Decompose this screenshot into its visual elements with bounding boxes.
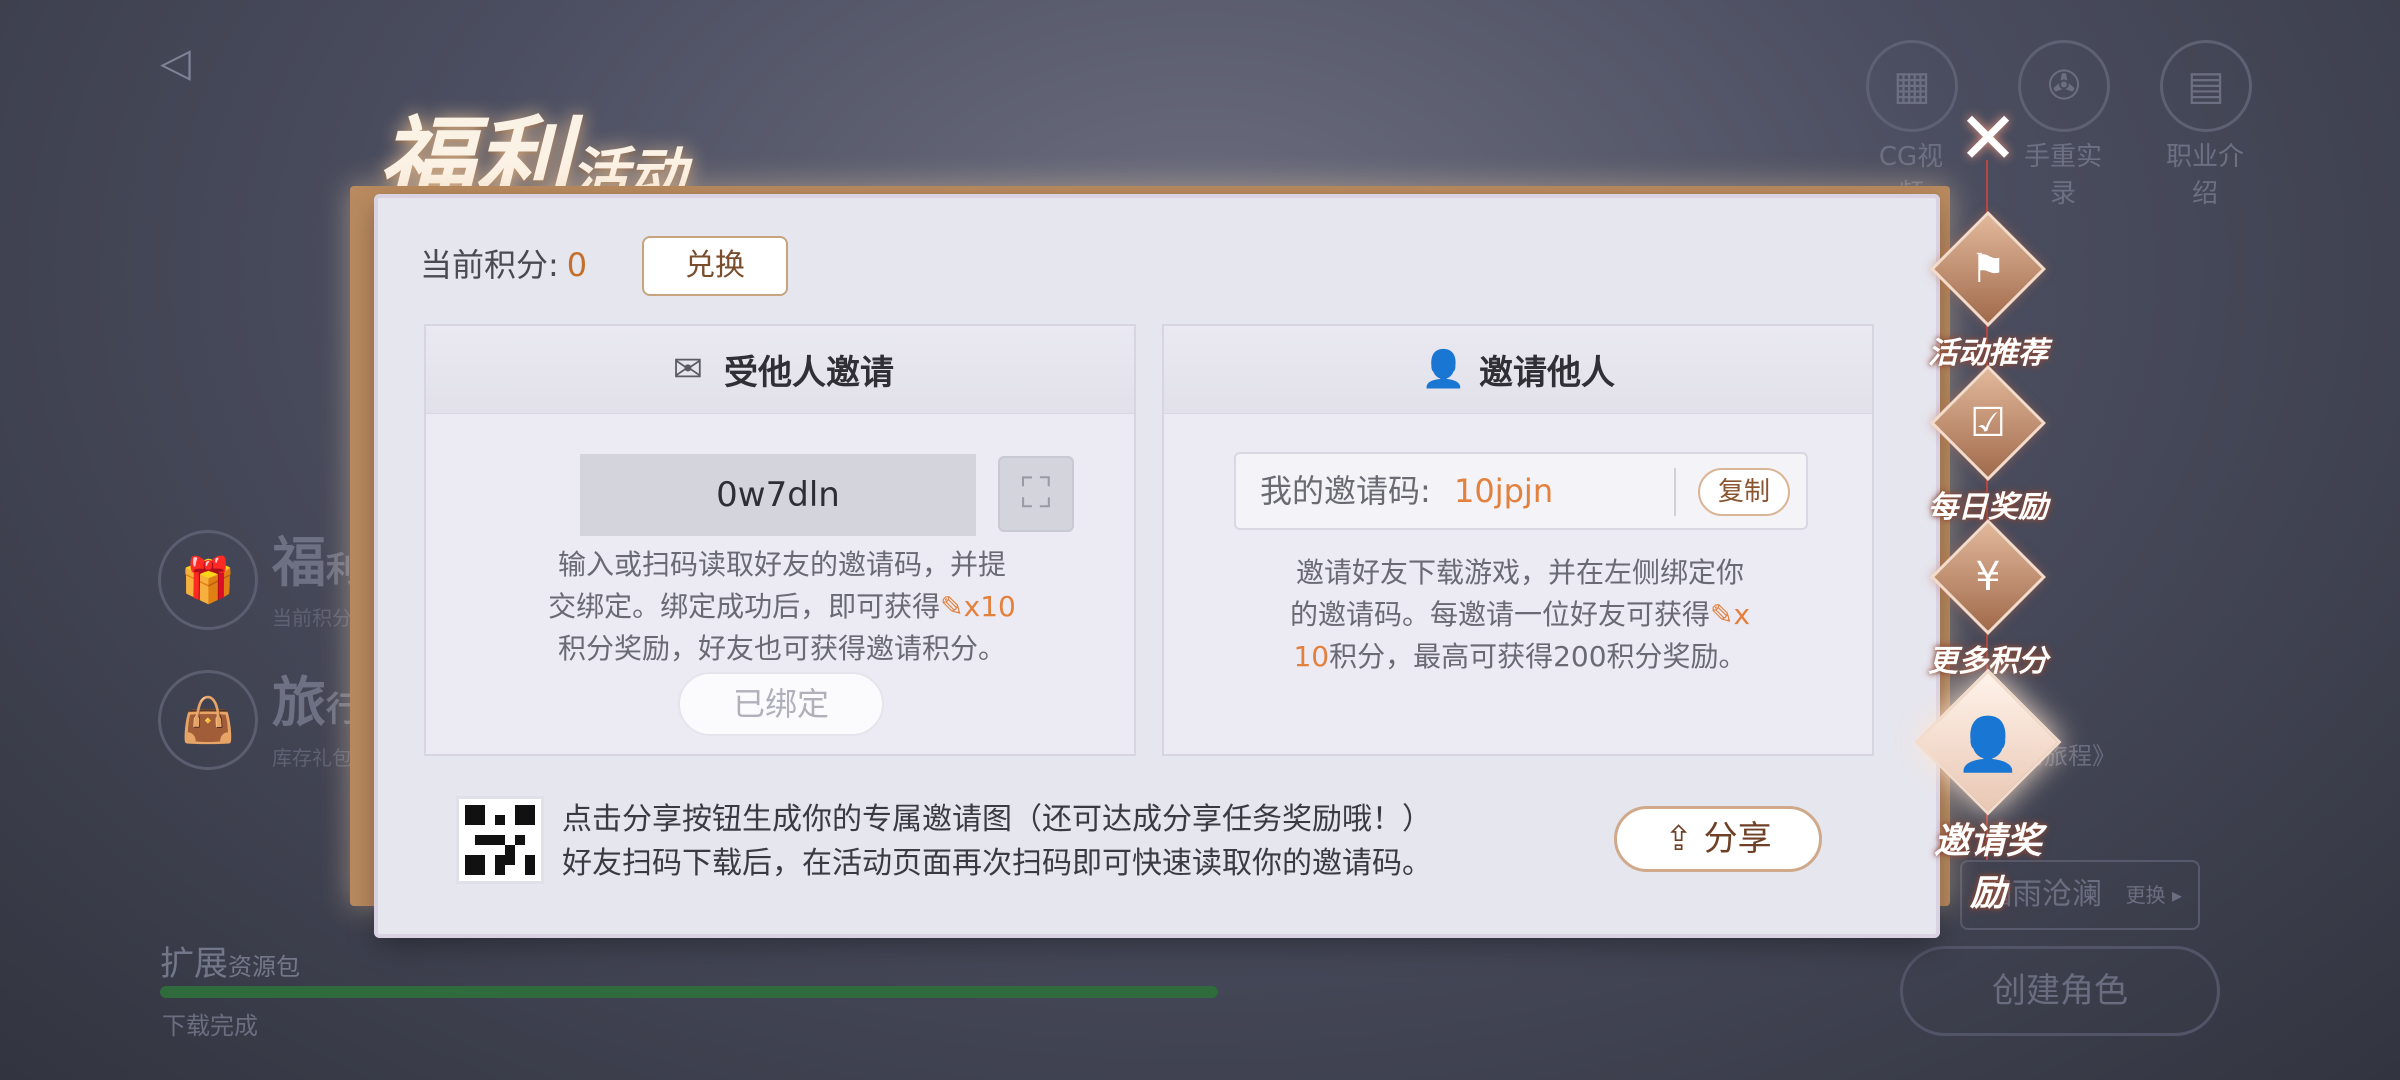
- feather-icon: ✎: [1709, 598, 1734, 631]
- add-user-icon: 👤: [1421, 348, 1466, 390]
- menu-invite-reward[interactable]: 👤 邀请奖励: [1914, 668, 2062, 916]
- reel-icon: ✇: [2018, 40, 2110, 132]
- book-icon: ▤: [2160, 40, 2252, 132]
- my-code-label: 我的邀请码:: [1260, 472, 1431, 510]
- invite-code-input[interactable]: 0w7dln: [580, 454, 976, 536]
- class-intro-entry[interactable]: ▤ 职业介绍: [2160, 40, 2252, 210]
- share-button[interactable]: ⇪ 分享: [1614, 806, 1822, 872]
- money-bag-icon: ¥: [1975, 554, 2001, 600]
- download-progress-fill: [160, 986, 1218, 998]
- add-user-icon: 👤: [1955, 715, 2021, 775]
- invite-description: 邀请好友下载游戏，并在左侧绑定你 的邀请码。每邀请一位好友可获得✎x 10积分，…: [1204, 552, 1836, 678]
- share-icon: ⇪: [1664, 819, 1693, 859]
- menu-label: 邀请奖励: [1933, 821, 2042, 914]
- gift-icon: 🎁: [158, 530, 258, 630]
- invite-desc-line1: 邀请好友下载游戏，并在左侧绑定你: [1295, 556, 1744, 589]
- qr-code: [456, 796, 544, 884]
- download-status: 下载完成: [162, 1012, 258, 1040]
- qr-code-graphic: [465, 805, 535, 875]
- bound-button[interactable]: 已绑定: [678, 672, 884, 736]
- share-line1: 点击分享按钮生成你的专属邀请图（还可达成分享任务奖励哦！）: [562, 802, 1432, 837]
- invite-card-title: 邀请他人: [1479, 353, 1615, 393]
- create-role-button[interactable]: 创建角色: [1900, 946, 2220, 1036]
- invite-desc-line3: 积分，最高可获得200积分奖励。: [1329, 640, 1747, 673]
- invited-desc-line3: 积分奖励，好友也可获得邀请积分。: [557, 632, 1006, 665]
- pack-subtitle: 资源包: [228, 953, 300, 981]
- record-label: 手重实录: [2023, 142, 2102, 209]
- bag-icon: 👜: [158, 670, 258, 770]
- pack-title: 扩展: [160, 944, 228, 984]
- invited-description: 输入或扫码读取好友的邀请码，并提 交绑定。绑定成功后，即可获得✎x10 积分奖励…: [466, 544, 1098, 670]
- class-intro-label: 职业介绍: [2165, 142, 2244, 209]
- mail-icon: ✉: [672, 348, 704, 390]
- copy-button[interactable]: 复制: [1698, 468, 1790, 516]
- back-arrow-icon[interactable]: ◁: [160, 40, 210, 86]
- my-code-value: 10jpjn: [1454, 472, 1554, 510]
- download-progress-bar: [160, 986, 1218, 998]
- invited-card-header: ✉ 受他人邀请: [426, 326, 1134, 414]
- resource-pack-title: 扩展资源包: [160, 936, 300, 985]
- share-label: 分享: [1703, 819, 1772, 859]
- invited-desc-line2: 交绑定。绑定成功后，即可获得: [548, 590, 941, 623]
- close-icon[interactable]: ✕: [1956, 102, 2020, 174]
- points-label: 当前积分:: [420, 246, 559, 284]
- menu-activity-recommend[interactable]: ⚑ 活动推荐: [1918, 211, 2058, 372]
- calendar-icon: ☑: [1970, 400, 2006, 446]
- exchange-button[interactable]: 兑换: [642, 236, 788, 296]
- current-points: 当前积分: 0: [420, 242, 587, 288]
- scan-icon[interactable]: ⛶: [998, 456, 1074, 532]
- my-invite-code-box: 我的邀请码: 10jpjn 复制: [1234, 452, 1808, 530]
- invite-card-header: 👤 邀请他人: [1164, 326, 1872, 414]
- cg-video-entry[interactable]: ▦ CG视频: [1866, 40, 1958, 210]
- feather-icon: ✎: [940, 590, 964, 623]
- invited-card: ✉ 受他人邀请 0w7dln ⛶ 输入或扫码读取好友的邀请码，并提 交绑定。绑定…: [424, 324, 1136, 756]
- share-line2: 好友扫码下载后，在活动页面再次扫码即可快速读取你的邀请码。: [562, 846, 1432, 881]
- share-instructions: 点击分享按钮生成你的专属邀请图（还可达成分享任务奖励哦！） 好友扫码下载后，在活…: [562, 798, 1432, 886]
- code-divider: [1674, 468, 1676, 516]
- invite-reward-x: x: [1733, 598, 1751, 631]
- invite-desc-line2: 的邀请码。每邀请一位好友可获得: [1289, 598, 1710, 631]
- film-icon: ▦: [1866, 40, 1958, 132]
- menu-daily-reward[interactable]: ☑ 每日奖励: [1918, 365, 2058, 526]
- welfare-big-char: 福: [272, 530, 326, 594]
- record-entry[interactable]: ✇ 手重实录: [2018, 40, 2110, 210]
- invited-desc-line1: 输入或扫码读取好友的邀请码，并提: [557, 548, 1006, 581]
- flag-icon: ⚑: [1970, 246, 2006, 292]
- invited-reward: x10: [963, 590, 1016, 623]
- song-change[interactable]: 更换 ▸: [2126, 862, 2182, 928]
- invite-card: 👤 邀请他人 我的邀请码: 10jpjn 复制 邀请好友下载游戏，并在左侧绑定你…: [1162, 324, 1874, 756]
- travel-big-char: 旅: [272, 670, 326, 734]
- invite-reward-num: 10: [1293, 640, 1330, 673]
- invited-card-title: 受他人邀请: [724, 353, 894, 393]
- points-value: 0: [566, 246, 588, 284]
- menu-more-points[interactable]: ¥ 更多积分: [1918, 519, 2058, 680]
